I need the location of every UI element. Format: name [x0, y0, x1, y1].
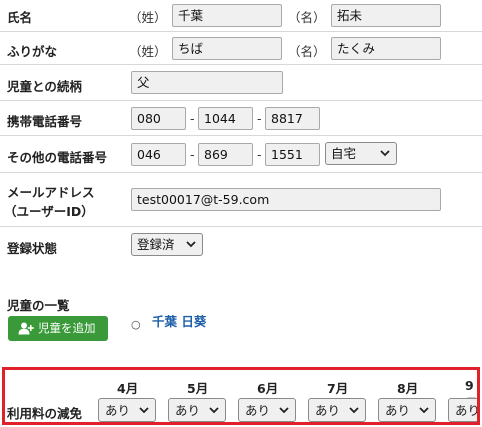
other-phone-part2-input[interactable]: 869 — [198, 143, 253, 166]
other-phone-part3-input[interactable]: 1551 — [265, 143, 320, 166]
fee-reduction-label: 利用料の減免 — [7, 406, 83, 421]
phone-type-value: 自宅 — [331, 146, 357, 161]
chevron-down-icon — [349, 407, 359, 414]
other-phone-dash-2: - — [257, 147, 262, 162]
fee-select-sep[interactable]: あり — [448, 398, 480, 422]
email-label-line1: メールアドレス — [7, 185, 95, 200]
month-header: 6月 — [257, 381, 279, 396]
registration-status-value: 登録済 — [137, 237, 175, 252]
fee-select-value: あり — [455, 403, 480, 418]
month-header: 7月 — [327, 381, 349, 396]
mobile-dash-1: - — [190, 111, 195, 126]
mobile-part1-input[interactable]: 080 — [131, 107, 186, 130]
chevron-down-icon — [279, 407, 289, 414]
mobile-dash-2: - — [257, 111, 262, 126]
fee-select-apr[interactable]: あり — [98, 398, 156, 422]
relation-label: 児童との続柄 — [7, 79, 82, 94]
other-phone-label: その他の電話番号 — [7, 150, 108, 165]
first-name-input[interactable]: 拓未 — [331, 4, 441, 27]
furigana-label: ふりがな — [7, 44, 58, 59]
first-name-kana-input[interactable]: たくみ — [331, 37, 441, 60]
status-label: 登録状態 — [7, 241, 58, 256]
fee-reduction-section: 利用料の減免 4月 5月 6月 7月 8月 9月 あり あり あり あり あり … — [2, 367, 480, 425]
other-phone-dash-1: - — [190, 147, 195, 162]
relation-row: 児童との続柄 父 — [0, 65, 482, 101]
fee-select-jul[interactable]: あり — [308, 398, 366, 422]
email-row: メールアドレス （ユーザーID） test00017@t-59.com — [0, 173, 482, 227]
month-header: 8月 — [397, 381, 419, 396]
mobile-row: 携帯電話番号 080 - 1044 - 8817 — [0, 101, 482, 136]
relation-input[interactable]: 父 — [131, 71, 283, 94]
list-bullet: ○ — [131, 318, 141, 331]
email-input[interactable]: test00017@t-59.com — [131, 188, 441, 211]
email-label-line2: （ユーザーID） — [4, 204, 94, 219]
fee-select-value: あり — [245, 403, 271, 418]
status-row: 登録状態 登録済 — [0, 227, 482, 263]
furigana-row: ふりがな （姓） ちば （名） たくみ — [0, 32, 482, 65]
chevron-down-icon — [209, 407, 219, 414]
add-child-button[interactable]: 児童を追加 — [8, 316, 108, 341]
other-phone-row: その他の電話番号 046 - 869 - 1551 自宅 — [0, 136, 482, 173]
mobile-part2-input[interactable]: 1044 — [198, 107, 253, 130]
child-link[interactable]: 千葉 日葵 — [152, 311, 206, 330]
furigana-sei-paren: （姓） — [129, 44, 167, 59]
fee-select-aug[interactable]: あり — [378, 398, 436, 422]
add-child-button-label: 児童を追加 — [38, 321, 96, 335]
name-label: 氏名 — [7, 10, 33, 25]
month-header: 5月 — [187, 381, 209, 396]
fee-select-value: あり — [385, 403, 411, 418]
mobile-label: 携帯電話番号 — [7, 114, 83, 129]
fee-select-value: あり — [175, 403, 201, 418]
furigana-mei-paren: （名） — [288, 44, 326, 59]
fee-select-value: あり — [315, 403, 341, 418]
fee-select-value: あり — [105, 403, 131, 418]
name-row: 氏名 （姓） 千葉 （名） 拓未 — [0, 0, 482, 32]
add-user-icon — [18, 322, 34, 335]
chevron-down-icon — [186, 241, 196, 248]
other-phone-part1-input[interactable]: 046 — [131, 143, 186, 166]
mobile-part3-input[interactable]: 8817 — [265, 107, 320, 130]
chevron-down-icon — [139, 407, 149, 414]
children-label: 児童の一覧 — [7, 298, 70, 313]
phone-type-select[interactable]: 自宅 — [325, 142, 397, 165]
chevron-down-icon — [380, 150, 390, 157]
month-header: 4月 — [117, 381, 139, 396]
last-name-input[interactable]: 千葉 — [172, 4, 282, 27]
last-name-kana-input[interactable]: ちば — [172, 37, 282, 60]
chevron-down-icon — [419, 407, 429, 414]
fee-select-may[interactable]: あり — [168, 398, 226, 422]
mei-paren: （名） — [288, 10, 326, 25]
fee-select-jun[interactable]: あり — [238, 398, 296, 422]
sei-paren: （姓） — [129, 10, 167, 25]
registration-status-select[interactable]: 登録済 — [131, 233, 203, 256]
